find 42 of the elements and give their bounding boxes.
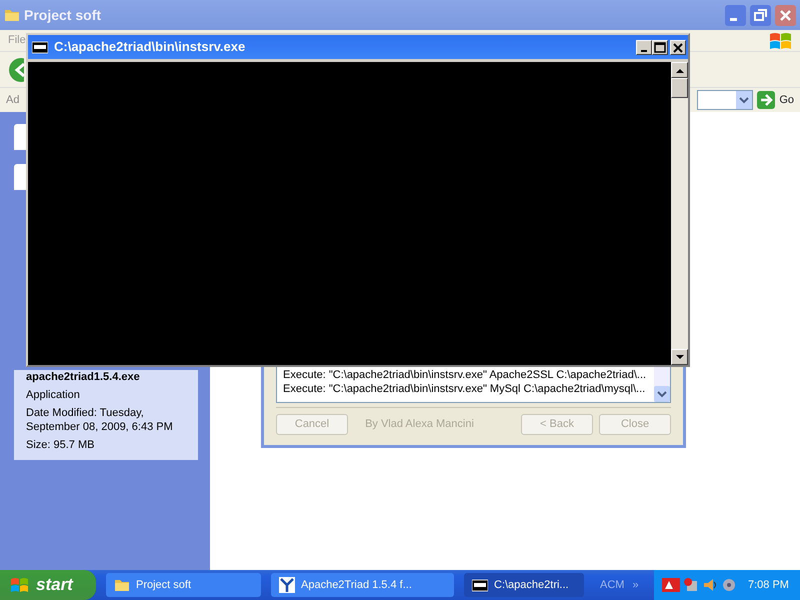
menu-item[interactable]: File <box>8 32 26 49</box>
window-title: Project soft <box>24 6 102 25</box>
chevron-button[interactable]: » <box>632 576 639 594</box>
toolbar-label: ACM <box>600 578 624 593</box>
start-button[interactable]: start <box>0 570 96 600</box>
close-button[interactable] <box>670 40 686 54</box>
folder-icon <box>114 577 130 593</box>
scrollbar[interactable] <box>671 62 688 365</box>
console-icon <box>472 578 488 592</box>
arrow-icon <box>757 91 776 109</box>
file-size: Size: 95.7 MB <box>26 438 96 452</box>
scroll-up-icon[interactable] <box>676 68 684 72</box>
windows-logo-icon <box>10 576 30 594</box>
scroll-down-icon[interactable] <box>676 354 684 360</box>
folder-icon <box>4 7 20 23</box>
minimize-button[interactable] <box>636 40 652 54</box>
date-modified: Date Modified: Tuesday, September 08, 2009, 6:43 PM <box>26 406 174 434</box>
tray-icon <box>721 577 737 593</box>
dropdown-icon[interactable] <box>736 91 752 109</box>
taskbar-button[interactable]: Project soft <box>106 573 261 597</box>
restore-button[interactable] <box>750 4 771 26</box>
minimize-icon <box>641 50 647 52</box>
taskbar-button[interactable]: Apache2Triad 1.5.4 f... <box>271 573 454 597</box>
installer-icon <box>279 577 295 593</box>
credit-text: By Vlad Alexa Mancini <box>364 417 475 432</box>
window-title: C:\apache2triad\bin\instsrv.exe <box>54 38 246 56</box>
tray-logo-icon <box>662 578 680 592</box>
taskbar-button[interactable]: C:\apache2tri... <box>464 573 584 597</box>
clock: 7:08 PM <box>748 578 789 593</box>
maximize-button[interactable] <box>652 40 668 54</box>
scroll-thumb[interactable] <box>671 78 688 98</box>
address-field[interactable] <box>697 90 754 110</box>
console-icon <box>32 40 48 54</box>
address-label: Ad <box>6 92 20 108</box>
file-name: apache2triad1.5.4.exe <box>26 370 141 384</box>
log-line: Execute: "C:\apache2triad\bin\instsrv.exe" MySql C:\apache2triad\mysql\... <box>283 382 646 396</box>
volume-icon <box>702 577 718 593</box>
close-icon <box>671 40 685 54</box>
maximize-icon <box>653 40 667 54</box>
log-line: Execute: "C:\apache2triad\bin\instsrv.exe" Apache2SSL C:\apache2triad\... <box>283 368 648 382</box>
file-type: Application <box>26 388 81 402</box>
go-button[interactable]: Go <box>757 91 794 109</box>
